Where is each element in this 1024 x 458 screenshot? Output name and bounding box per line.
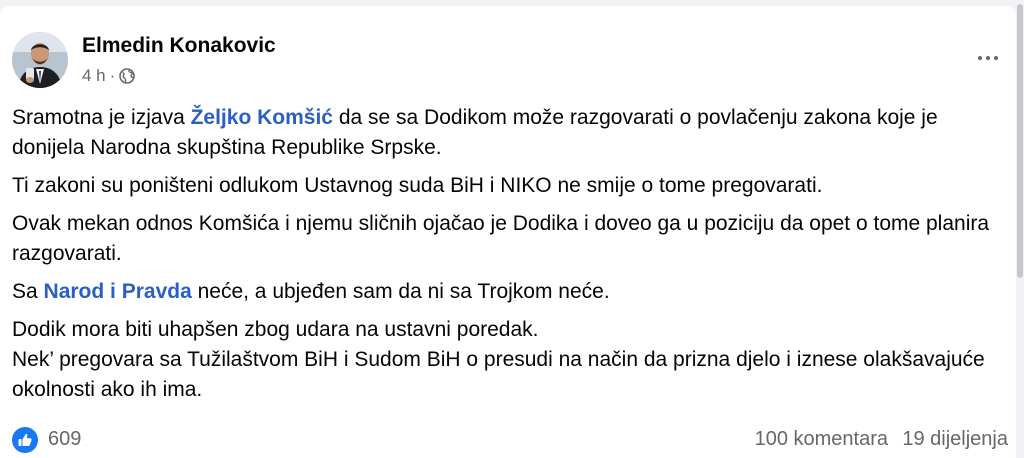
- more-options-icon[interactable]: [968, 44, 1008, 72]
- paragraph-text: Sramotna je izjava: [12, 106, 191, 129]
- author-avatar[interactable]: [12, 32, 68, 88]
- post-card: Elmedin Konakovic 4 h · Sramotna je izja…: [0, 6, 1016, 458]
- thumb-up-glyph: [18, 433, 32, 446]
- paragraph-line: Nek’ pregovara sa Tužilaštvom BiH i Sudo…: [12, 348, 985, 401]
- post-footer: 609 100 komentara 19 dijeljenja: [12, 426, 1010, 454]
- post-timestamp[interactable]: 4 h: [82, 66, 106, 86]
- shares-count[interactable]: 19 dijeljenja: [902, 428, 1008, 451]
- paragraph-line: Dodik mora biti uhapšen zbog udara na us…: [12, 318, 539, 341]
- reactions-count[interactable]: 609: [48, 428, 81, 451]
- post-paragraph: Sramotna je izjava Željko Komšić da se s…: [12, 103, 1010, 163]
- author-name[interactable]: Elmedin Konakovic: [82, 34, 276, 58]
- post-text: Sramotna je izjava Željko Komšić da se s…: [12, 103, 1010, 413]
- comments-count[interactable]: 100 komentara: [755, 428, 888, 451]
- like-thumb-icon[interactable]: [12, 427, 38, 453]
- post-paragraph: Sa Narod i Pravda neće, a ubjeđen sam da…: [12, 277, 1010, 307]
- paragraph-text: neće, a ubjeđen sam da ni sa Trojkom neć…: [191, 280, 610, 303]
- meta-separator: ·: [109, 66, 116, 85]
- mention-link-zeljko-komsic[interactable]: Željko Komšić: [191, 106, 333, 129]
- post-paragraph: Ti zakoni su poništeni odlukom Ustavnog …: [12, 174, 823, 197]
- mention-link-narod-i-pravda[interactable]: Narod i Pravda: [44, 280, 192, 303]
- avatar-photo: [12, 32, 68, 88]
- paragraph-text: Sa: [12, 280, 44, 303]
- globe-icon[interactable]: [119, 68, 136, 84]
- post-meta: 4 h ·: [82, 66, 136, 86]
- scrollbar[interactable]: [1016, 0, 1024, 458]
- post-paragraph: Dodik mora biti uhapšen zbog udara na us…: [12, 315, 1010, 405]
- post-paragraph: Ovak mekan odnos Komšića i njemu sličnih…: [12, 212, 990, 265]
- scrollbar-thumb[interactable]: [1017, 4, 1023, 278]
